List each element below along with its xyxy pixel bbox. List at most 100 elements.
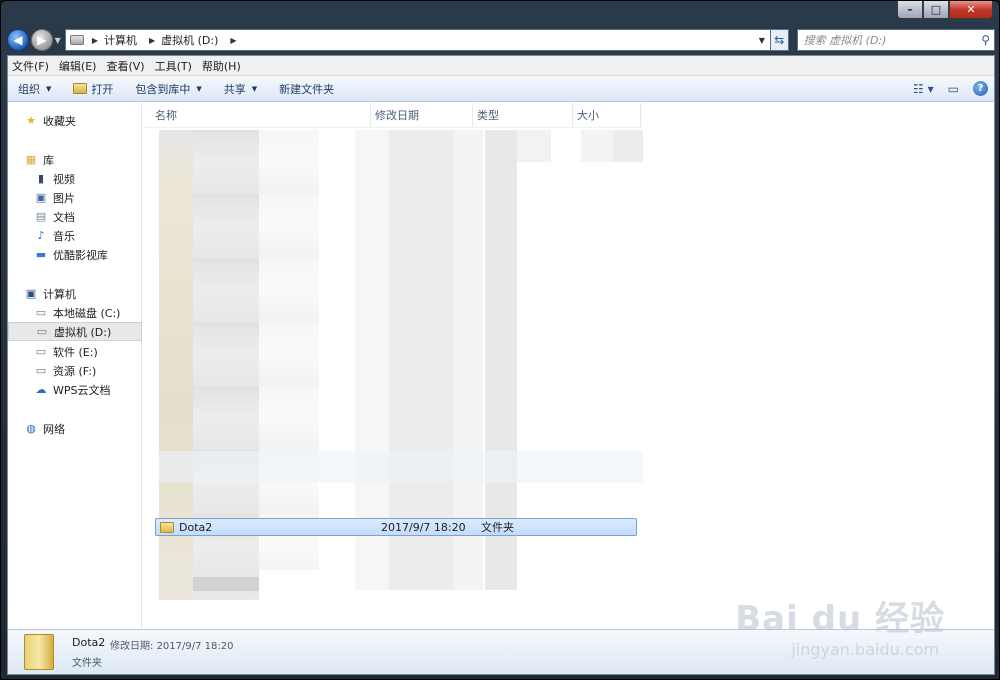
minimize-button[interactable]: – (897, 1, 923, 19)
toolbar-right: ☷ ▾ ▭ ? (899, 81, 994, 96)
explorer-window: – □ ✕ ◀ ▶ ▼ ▶ 计算机 ▶ 虚拟机 (D:) ▶ ▼ ⇆ 搜索 虚拟… (0, 0, 1000, 680)
music-icon: ♪ (37, 229, 45, 242)
help-icon: ? (973, 81, 988, 96)
menu-file[interactable]: 文件(F) (12, 58, 49, 74)
drive-icon (69, 35, 84, 45)
explorer-body: 文件(F) 编辑(E) 查看(V) 工具(T) 帮助(H) 组织 ▼ 打开 包含到… (7, 55, 995, 675)
menu-view[interactable]: 查看(V) (106, 58, 144, 74)
youku-library-icon: ▬ (35, 248, 47, 261)
baidu-watermark: Bai du 经验 jingyan.baidu.com (735, 591, 945, 659)
refresh-button[interactable]: ⇆ (770, 29, 789, 51)
column-label: 修改日期 (375, 109, 419, 122)
column-label: 名称 (155, 109, 177, 122)
video-icon: ▮ (37, 172, 45, 185)
menu-tools[interactable]: 工具(T) (155, 58, 192, 74)
menu-help[interactable]: 帮助(H) (202, 58, 241, 74)
nav-label: 库 (43, 153, 54, 167)
column-label: 大小 (577, 109, 599, 122)
nav-youku-library[interactable]: ▬ 优酷影视库 (8, 245, 142, 264)
nav-drive-c[interactable]: ▭ 本地磁盘 (C:) (8, 303, 142, 322)
nav-label: 计算机 (43, 287, 76, 301)
organize-button[interactable]: 组织 ▼ (18, 81, 51, 97)
nav-drive-d[interactable]: ▭ 虚拟机 (D:) (8, 322, 142, 341)
share-button[interactable]: 共享 ▼ (224, 81, 257, 97)
maximize-button[interactable]: □ (923, 1, 949, 19)
include-label: 包含到库中 (135, 82, 191, 96)
nav-label: 优酷影视库 (53, 248, 108, 262)
nav-network[interactable]: ◍ 网络 (8, 419, 142, 438)
details-name: Dota2 (72, 636, 106, 649)
back-button[interactable]: ◀ (7, 29, 29, 51)
address-bar[interactable]: ▶ 计算机 ▶ 虚拟机 (D:) ▶ ▼ (64, 29, 771, 51)
menu-edit[interactable]: 编辑(E) (59, 58, 97, 74)
file-modified: 2017/9/7 18:20 (381, 520, 466, 534)
nav-music[interactable]: ♪ 音乐 (8, 226, 142, 245)
search-box[interactable]: 搜索 虚拟机 (D:) ⚲ (796, 29, 996, 51)
obscured-size (581, 130, 613, 162)
nav-label: 视频 (53, 172, 75, 186)
breadcrumb-drive-d[interactable]: 虚拟机 (D:) (161, 32, 218, 48)
modified-label: 修改日期: (110, 641, 154, 652)
view-options-icon[interactable]: ☷ ▾ (913, 82, 934, 96)
include-in-library-button[interactable]: 包含到库中 ▼ (135, 81, 201, 97)
organize-label: 组织 (18, 82, 40, 96)
obscured-types-2 (517, 130, 551, 162)
column-header-name[interactable]: 名称 (155, 103, 371, 127)
nav-drive-f[interactable]: ▭ 资源 (F:) (8, 361, 142, 380)
folder-icon (160, 521, 174, 533)
nav-videos[interactable]: ▮ 视频 (8, 169, 142, 188)
star-icon: ★ (26, 114, 36, 127)
search-icon[interactable]: ⚲ (981, 33, 990, 47)
nav-wps-cloud[interactable]: ☁ WPS云文档 (8, 380, 142, 399)
nav-label: 本地磁盘 (C:) (53, 306, 121, 320)
navigation-pane: ★ 收藏夹 ▦ 库 ▮ 视频 ▣ 图片 ▤ 文档 ♪ 音乐 ▬ 优酷影视库 ▣ 计算机 ▭ 本地磁… (8, 103, 142, 629)
forward-button[interactable]: ▶ (30, 29, 53, 51)
dropdown-arrow-icon: ▼ (46, 84, 52, 93)
nav-documents[interactable]: ▤ 文档 (8, 207, 142, 226)
close-button[interactable]: ✕ (949, 1, 993, 19)
network-icon: ◍ (26, 422, 36, 435)
nav-computer[interactable]: ▣ 计算机 (8, 284, 142, 303)
nav-libraries[interactable]: ▦ 库 (8, 150, 142, 169)
column-label: 类型 (477, 109, 499, 122)
address-dropdown-button[interactable]: ▼ (754, 30, 770, 50)
chevron-right-icon[interactable]: ▶ (230, 36, 236, 45)
obscured-size-2 (613, 130, 643, 162)
column-header-size[interactable]: 大小 (577, 103, 641, 127)
nav-drive-e[interactable]: ▭ 软件 (E:) (8, 342, 142, 361)
nav-label: 虚拟机 (D:) (54, 325, 112, 339)
document-icon: ▤ (35, 210, 47, 223)
new-folder-button[interactable]: 新建文件夹 (279, 81, 334, 97)
preview-pane-icon[interactable]: ▭ (948, 82, 959, 96)
dropdown-arrow-icon: ▼ (251, 84, 258, 93)
open-label: 打开 (91, 82, 114, 96)
open-folder-icon (73, 83, 88, 94)
watermark-url: jingyan.baidu.com (791, 640, 939, 659)
obscured-last-row (193, 577, 259, 591)
folder-icon (24, 634, 54, 670)
chevron-right-icon[interactable]: ▶ (149, 36, 155, 45)
column-header-type[interactable]: 类型 (477, 103, 573, 127)
nav-label: 软件 (E:) (53, 345, 98, 359)
back-arrow-icon: ◀ (13, 33, 23, 47)
nav-label: 收藏夹 (43, 114, 76, 128)
recent-pages-dropdown[interactable]: ▼ (55, 36, 61, 45)
nav-pictures[interactable]: ▣ 图片 (8, 188, 142, 207)
open-button[interactable]: 打开 (73, 81, 113, 97)
file-row-selected[interactable]: Dota2 2017/9/7 18:20 文件夹 (155, 518, 637, 536)
help-button[interactable]: ? (973, 81, 994, 96)
nav-label: WPS云文档 (53, 383, 111, 397)
chevron-right-icon[interactable]: ▶ (92, 36, 98, 45)
search-placeholder: 搜索 虚拟机 (D:) (803, 34, 887, 47)
details-type: 文件夹 (72, 658, 102, 669)
nav-label: 资源 (F:) (53, 364, 97, 378)
nav-label: 音乐 (53, 229, 75, 243)
drive-icon: ▭ (36, 325, 48, 338)
file-list: 名称 修改日期 类型 大小 Dota2 2017/9/7 18:20 文件夹 (143, 103, 994, 629)
file-name: Dota2 (179, 520, 213, 534)
computer-icon: ▣ (25, 287, 37, 300)
details-modified: 修改日期: 2017/9/7 18:20 (110, 637, 233, 652)
nav-favorites[interactable]: ★ 收藏夹 (8, 111, 142, 130)
breadcrumb-computer[interactable]: 计算机 (104, 32, 137, 48)
column-header-modified[interactable]: 修改日期 (375, 103, 473, 127)
